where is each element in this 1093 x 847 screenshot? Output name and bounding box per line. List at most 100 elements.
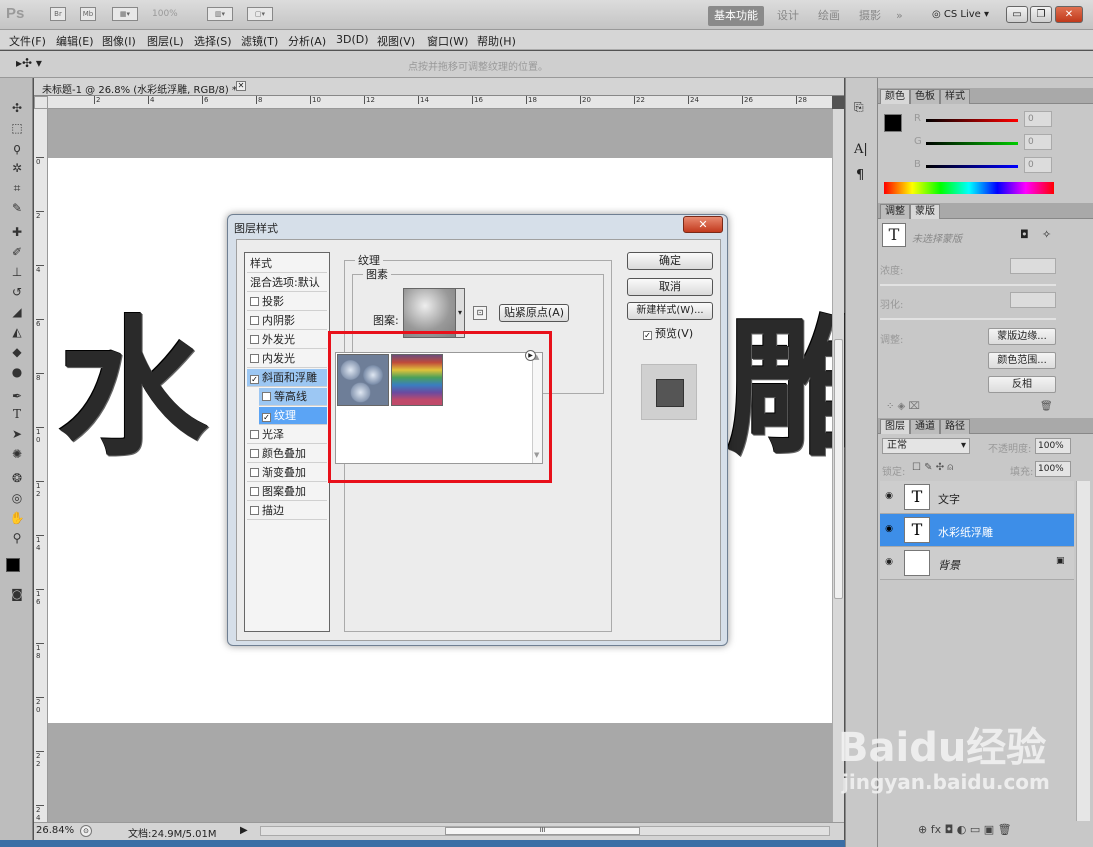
screen-mode-icon[interactable]: ▢▾ [247, 7, 273, 21]
bridge-icon[interactable]: Br [50, 7, 66, 21]
horizontal-ruler[interactable]: 2 4 6 8 10 12 14 16 18 20 22 24 26 28 [48, 96, 832, 109]
feather-slider[interactable] [880, 318, 1056, 320]
lasso-tool-icon[interactable]: ϙ [9, 140, 25, 156]
menu-help[interactable]: 帮助(H) [477, 33, 516, 49]
workspace-design[interactable]: 设计 [771, 6, 805, 26]
close-window-button[interactable]: ✕ [1055, 6, 1083, 23]
new-preset-icon[interactable]: ⊡ [473, 306, 487, 320]
dialog-close-button[interactable]: ✕ [683, 216, 723, 233]
menu-edit[interactable]: 编辑(E) [56, 33, 94, 49]
style-item-satin[interactable]: 光泽 [247, 426, 327, 444]
style-item-contour[interactable]: 等高线 [259, 388, 327, 406]
tab-color[interactable]: 颜色 [880, 89, 910, 104]
layer-row-selected[interactable]: ◉ T 水彩纸浮雕 [880, 514, 1074, 547]
style-item-bevel-emboss[interactable]: ✓ 斜面和浮雕 [247, 369, 327, 387]
ruler-origin[interactable] [34, 96, 48, 109]
history-panel-icon[interactable]: ⎘ [854, 100, 864, 115]
style-item-pattern-overlay[interactable]: 图案叠加 [247, 483, 327, 501]
feather-field[interactable] [1010, 292, 1056, 308]
density-field[interactable] [1010, 258, 1056, 274]
checkbox[interactable] [250, 335, 259, 344]
mask-delete-icon[interactable]: 🗑 [1040, 401, 1053, 412]
brush-tool-icon[interactable]: ✐ [9, 244, 25, 260]
blend-mode-select[interactable]: 正常 ▾ [882, 438, 970, 454]
new-style-button[interactable]: 新建样式(W)... [627, 302, 713, 320]
type-tool-icon[interactable]: T [9, 406, 25, 422]
document-tab[interactable]: 未标题-1 @ 26.8% (水彩纸浮雕, RGB/8) * ✕ [34, 78, 844, 96]
style-item-texture[interactable]: ✓ 纹理 [259, 407, 327, 425]
menu-filter[interactable]: 滤镜(T) [241, 33, 278, 49]
tab-layers[interactable]: 图层 [880, 419, 910, 434]
view-extras-icon[interactable]: ▦▾ [112, 7, 138, 21]
layer-row[interactable]: ◉ 背景 ▣ [880, 547, 1074, 580]
visibility-eye-icon[interactable]: ◉ [884, 491, 894, 501]
checkbox[interactable] [262, 392, 271, 401]
visibility-eye-icon[interactable]: ◉ [884, 524, 894, 534]
opacity-field[interactable]: 100% [1035, 438, 1071, 454]
history-brush-icon[interactable]: ↺ [9, 284, 25, 300]
checkbox[interactable] [250, 297, 259, 306]
crop-tool-icon[interactable]: ⌗ [9, 180, 25, 196]
ok-button[interactable]: 确定 [627, 252, 713, 270]
arrange-documents-icon[interactable]: ▥▾ [207, 7, 233, 21]
healing-brush-icon[interactable]: ✚ [9, 224, 25, 240]
checkbox[interactable] [250, 430, 259, 439]
checkbox[interactable] [250, 354, 259, 363]
dodge-tool-icon[interactable]: ● [9, 364, 25, 380]
foreground-color-swatch[interactable] [6, 558, 20, 572]
clone-stamp-icon[interactable]: ⊥ [9, 264, 25, 280]
zoom-tool-icon[interactable]: ⚲ [9, 530, 25, 546]
style-item-stroke[interactable]: 描边 [247, 502, 327, 520]
close-document-icon[interactable]: ✕ [236, 81, 246, 91]
color-range-button[interactable]: 颜色范围... [988, 352, 1056, 369]
lock-icons[interactable]: ☐ ✎ ✣ ⍝ [912, 462, 953, 473]
density-slider[interactable] [880, 284, 1056, 286]
eyedropper-tool-icon[interactable]: ✎ [9, 200, 25, 216]
cs-live-button[interactable]: ◎ CS Live ▾ [932, 9, 989, 20]
g-value[interactable]: 0 [1024, 134, 1052, 150]
zoom-level-display[interactable]: 100% [152, 9, 178, 19]
scroll-thumb[interactable] [834, 339, 843, 599]
visibility-eye-icon[interactable]: ◉ [884, 557, 894, 567]
snap-to-origin-button[interactable]: 贴紧原点(A) [499, 304, 569, 322]
checkbox-checked[interactable]: ✓ [643, 331, 652, 340]
menu-view[interactable]: 视图(V) [377, 33, 415, 49]
minimize-button[interactable]: ▭ [1006, 6, 1028, 23]
checkbox[interactable] [250, 468, 259, 477]
vertical-ruler[interactable]: 0 2 4 6 8 1 0 1 2 1 4 1 6 1 8 2 0 2 2 2 4 [34, 109, 48, 822]
style-item-inner-shadow[interactable]: 内阴影 [247, 312, 327, 330]
tab-styles[interactable]: 样式 [940, 89, 970, 104]
menu-analysis[interactable]: 分析(A) [288, 33, 326, 49]
cancel-button[interactable]: 取消 [627, 278, 713, 296]
slider-g[interactable]: G 0 [886, 134, 1076, 152]
vector-mask-icon[interactable]: ✧ [1042, 228, 1051, 241]
eraser-tool-icon[interactable]: ◢ [9, 304, 25, 320]
menu-file[interactable]: 文件(F) [9, 33, 46, 49]
zoom-field[interactable]: 26.84% [36, 825, 74, 836]
paragraph-panel-icon[interactable]: ¶ [856, 168, 864, 183]
menu-layer[interactable]: 图层(L) [147, 33, 184, 49]
pixel-mask-icon[interactable]: ◘ [1020, 228, 1029, 241]
marquee-tool-icon[interactable]: ⬚ [9, 120, 25, 136]
move-tool-icon[interactable]: ✣ [9, 100, 25, 116]
workspace-more-button[interactable]: » [890, 6, 909, 26]
3d-rotate-icon[interactable]: ❂ [9, 470, 25, 486]
layer-row[interactable]: ◉ T 文字 [880, 481, 1074, 514]
style-item-outer-glow[interactable]: 外发光 [247, 331, 327, 349]
layers-footer-icons[interactable]: ⊕ fx ◘ ◐ ▭ ▣ 🗑 [918, 823, 1012, 836]
tab-adjustments[interactable]: 调整 [880, 204, 910, 219]
style-item-inner-glow[interactable]: 内发光 [247, 350, 327, 368]
r-value[interactable]: 0 [1024, 111, 1052, 127]
pen-tool-icon[interactable]: ✒ [9, 388, 25, 404]
slider-r[interactable]: R 0 [886, 111, 1076, 129]
style-item-color-overlay[interactable]: 颜色叠加 [247, 445, 327, 463]
tab-swatches[interactable]: 色板 [910, 89, 940, 104]
blur-tool-icon[interactable]: ◆ [9, 344, 25, 360]
invert-button[interactable]: 反相 [988, 376, 1056, 393]
tab-channels[interactable]: 通道 [910, 419, 940, 434]
checkbox[interactable] [250, 506, 259, 515]
hand-tool-icon[interactable]: ✋ [9, 510, 25, 526]
checkbox-checked[interactable]: ✓ [262, 413, 271, 422]
style-item-gradient-overlay[interactable]: 渐变叠加 [247, 464, 327, 482]
workspace-photography[interactable]: 摄影 [853, 6, 887, 26]
